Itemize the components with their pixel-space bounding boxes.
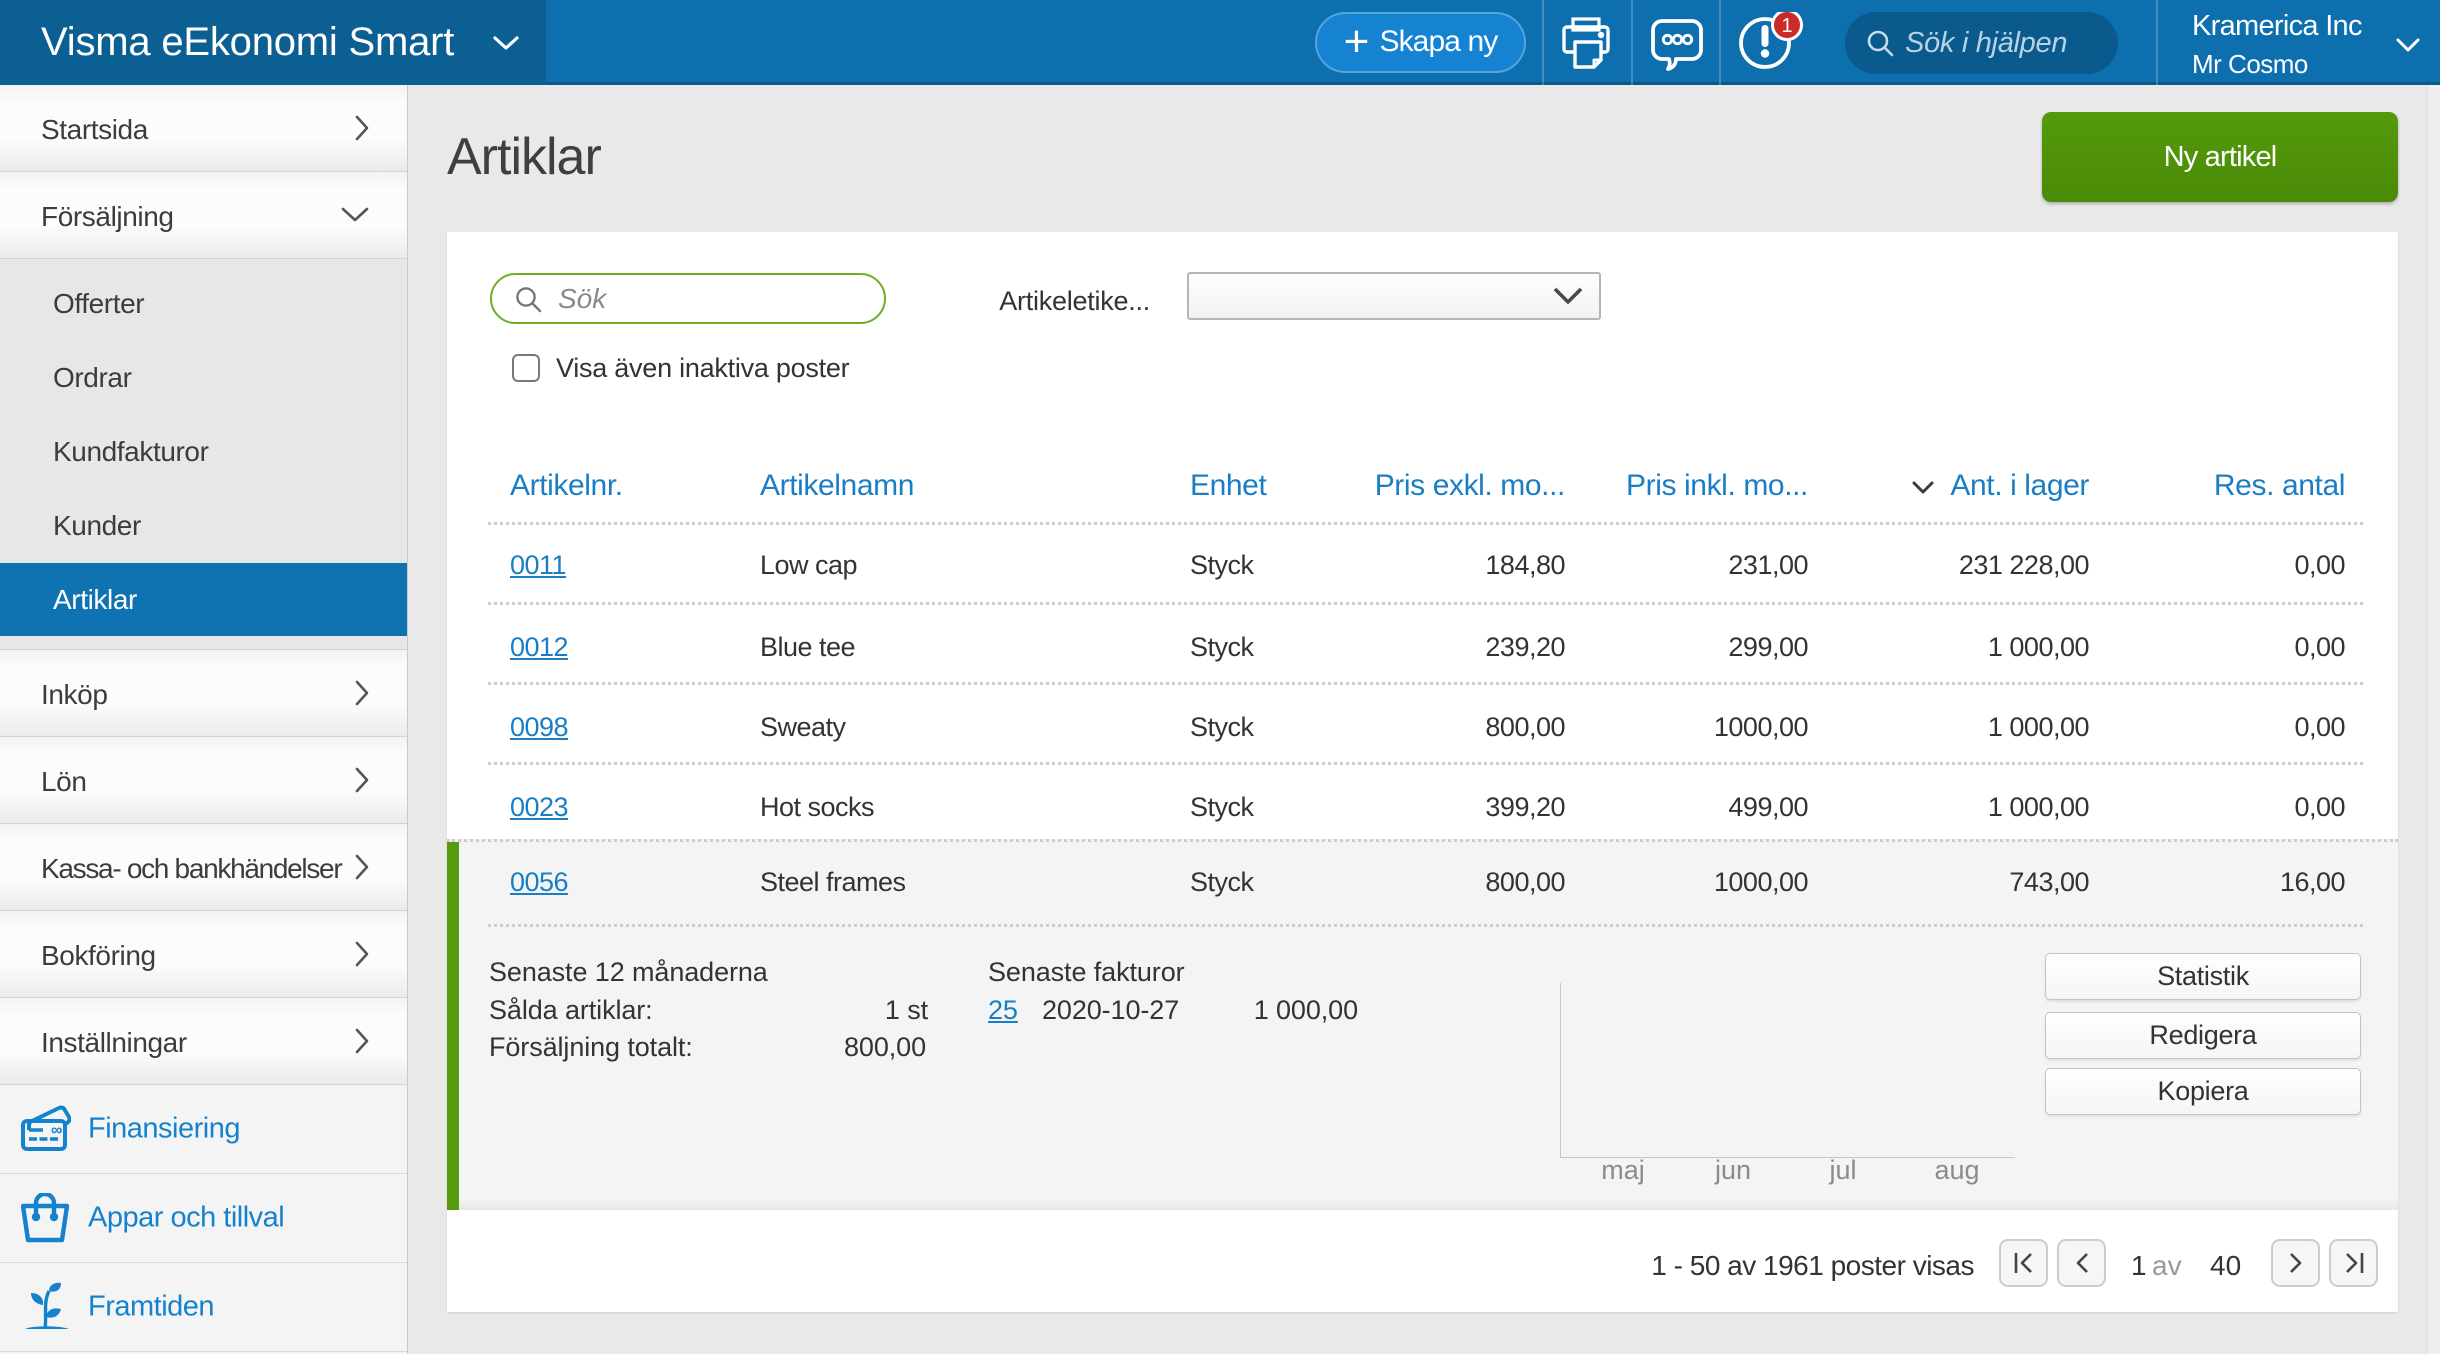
svg-text:∞: ∞ [51,1122,62,1139]
svg-text:1: 1 [1781,15,1792,37]
